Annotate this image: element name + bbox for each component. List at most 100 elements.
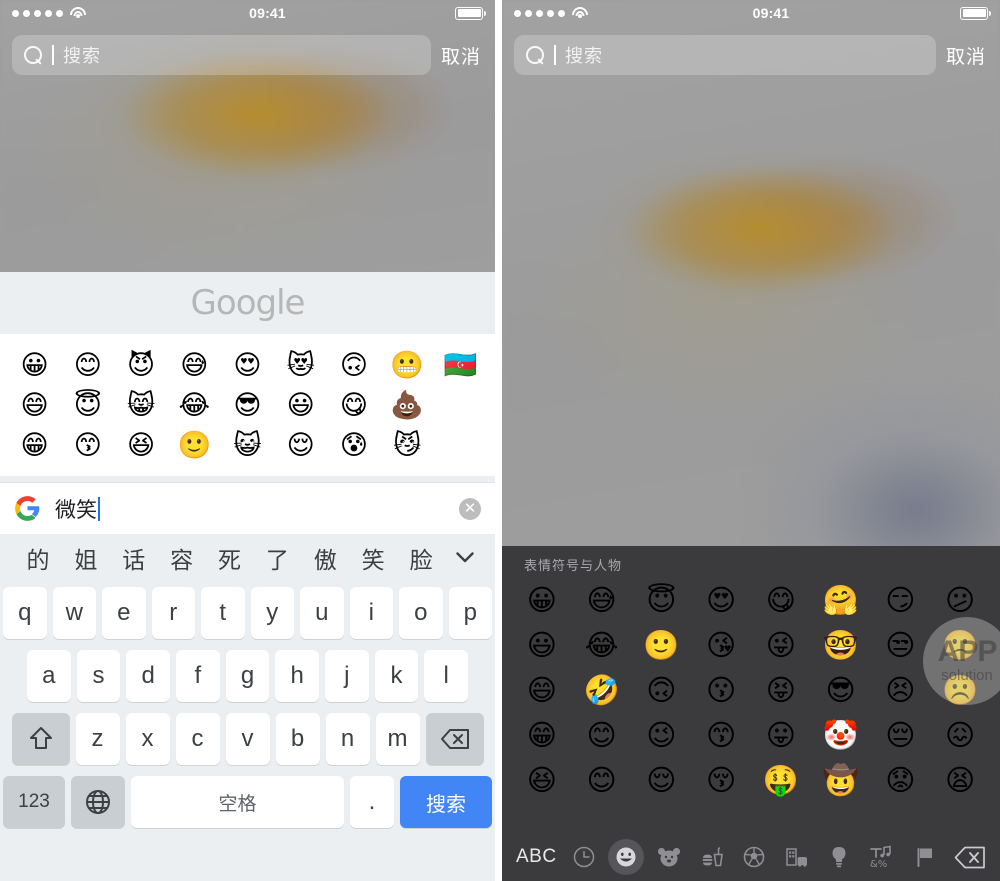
key-n[interactable]: n bbox=[325, 713, 370, 765]
key-e[interactable]: e bbox=[102, 587, 146, 639]
travel-places-icon[interactable] bbox=[782, 842, 812, 872]
key-d[interactable]: d bbox=[126, 650, 170, 702]
backspace-icon[interactable] bbox=[425, 713, 484, 765]
emoji-cell[interactable]: 😁 bbox=[512, 713, 572, 758]
emoji-cell[interactable]: 😉 bbox=[632, 713, 692, 758]
emoji-cell[interactable]: 😌 bbox=[274, 426, 327, 466]
emoji-cell[interactable]: 😆 bbox=[512, 758, 572, 803]
period-key[interactable]: . bbox=[350, 776, 394, 828]
emoji-cell[interactable]: 😀 bbox=[8, 346, 61, 386]
emoji-cell[interactable]: 😚 bbox=[691, 758, 751, 803]
emoji-cell[interactable]: 😋 bbox=[751, 578, 811, 623]
emoji-cell[interactable]: 🤡 bbox=[811, 713, 871, 758]
emoji-cell[interactable]: 😍 bbox=[221, 346, 274, 386]
emoji-cell[interactable]: 😄 bbox=[8, 386, 61, 426]
key-q[interactable]: q bbox=[3, 587, 47, 639]
smileys-people-icon[interactable] bbox=[608, 839, 645, 875]
key-u[interactable]: u bbox=[300, 587, 344, 639]
activity-sports-icon[interactable] bbox=[739, 842, 769, 872]
emoji-cell[interactable]: 😜 bbox=[751, 623, 811, 668]
emoji-cell[interactable]: 🙁 bbox=[930, 623, 990, 668]
emoji-cell[interactable]: 😃 bbox=[512, 623, 572, 668]
cancel-button[interactable]: 取消 bbox=[946, 42, 988, 69]
candidate-item[interactable]: 话 bbox=[110, 541, 158, 575]
emoji-cell[interactable]: 😔 bbox=[871, 713, 931, 758]
emoji-cell[interactable]: 😇 bbox=[632, 578, 692, 623]
emoji-cell[interactable]: 🙂 bbox=[168, 426, 221, 466]
emoji-cell[interactable]: ☹️ bbox=[930, 668, 990, 713]
emoji-cell[interactable]: 🤗 bbox=[811, 578, 871, 623]
emoji-cell[interactable]: 😂 bbox=[168, 386, 221, 426]
key-a[interactable]: a bbox=[26, 650, 71, 702]
key-m[interactable]: m bbox=[375, 713, 420, 765]
emoji-cell[interactable]: 😅 bbox=[572, 578, 632, 623]
key-p[interactable]: p bbox=[448, 587, 492, 639]
key-s[interactable]: s bbox=[76, 650, 121, 702]
emoji-cell[interactable]: 🤓 bbox=[811, 623, 871, 668]
candidate-item[interactable]: 的 bbox=[14, 541, 62, 575]
emoji-cell[interactable]: 😘 bbox=[691, 623, 751, 668]
backspace-icon[interactable] bbox=[946, 846, 986, 869]
globe-icon[interactable] bbox=[71, 776, 125, 828]
chevron-down-icon[interactable] bbox=[445, 548, 485, 568]
emoji-cell[interactable]: 😊 bbox=[61, 346, 114, 386]
recents-clock-icon[interactable] bbox=[569, 842, 599, 872]
emoji-cell[interactable]: 😻 bbox=[274, 346, 327, 386]
emoji-cell[interactable]: 😬 bbox=[381, 346, 434, 386]
cancel-button[interactable]: 取消 bbox=[441, 42, 483, 69]
key-v[interactable]: v bbox=[225, 713, 270, 765]
emoji-cell[interactable]: 😒 bbox=[871, 623, 931, 668]
search-go-key[interactable]: 搜索 bbox=[400, 776, 492, 828]
emoji-cell[interactable]: 😸 bbox=[114, 386, 167, 426]
candidate-item[interactable]: 笑 bbox=[349, 541, 397, 575]
emoji-cell[interactable]: 😍 bbox=[691, 578, 751, 623]
key-f[interactable]: f bbox=[176, 650, 220, 702]
emoji-cell[interactable]: 😙 bbox=[691, 713, 751, 758]
emoji-cell[interactable]: 😰 bbox=[327, 426, 380, 466]
emoji-cell[interactable]: 😖 bbox=[930, 713, 990, 758]
key-g[interactable]: g bbox=[225, 650, 270, 702]
emoji-cell[interactable]: 😊 bbox=[572, 758, 632, 803]
key-x[interactable]: x bbox=[125, 713, 170, 765]
clear-circle-icon[interactable]: ✕ bbox=[459, 497, 481, 520]
candidate-item[interactable]: 姐 bbox=[62, 541, 110, 575]
key-t[interactable]: t bbox=[201, 587, 245, 639]
search-input[interactable]: 搜索 bbox=[514, 35, 936, 75]
emoji-cell[interactable]: 😺 bbox=[221, 426, 274, 466]
search-input[interactable]: 搜索 bbox=[12, 35, 431, 75]
emoji-cell[interactable]: 🤠 bbox=[811, 758, 871, 803]
symbols-icon[interactable]: &% bbox=[867, 842, 897, 872]
space-key[interactable]: 空格 bbox=[131, 776, 344, 828]
key-i[interactable]: i bbox=[349, 587, 393, 639]
key-l[interactable]: l bbox=[424, 650, 469, 702]
emoji-cell[interactable]: 😆 bbox=[114, 426, 167, 466]
emoji-cell[interactable]: 🙃 bbox=[632, 668, 692, 713]
emoji-cell[interactable]: 😌 bbox=[632, 758, 692, 803]
abc-button[interactable]: ABC bbox=[516, 846, 563, 868]
gboard-query-field[interactable]: 微笑 ✕ bbox=[0, 482, 495, 534]
key-w[interactable]: w bbox=[52, 587, 96, 639]
flags-icon[interactable] bbox=[910, 842, 940, 872]
emoji-cell[interactable]: 😕 bbox=[930, 578, 990, 623]
emoji-cell[interactable]: 😼 bbox=[381, 426, 434, 466]
candidate-item[interactable]: 了 bbox=[253, 541, 301, 575]
emoji-cell[interactable]: 😗 bbox=[691, 668, 751, 713]
candidate-item[interactable]: 容 bbox=[158, 541, 206, 575]
candidate-item[interactable]: 死 bbox=[206, 541, 254, 575]
emoji-cell[interactable]: 😄 bbox=[512, 668, 572, 713]
emoji-cell[interactable]: 😃 bbox=[274, 386, 327, 426]
shift-arrow-icon[interactable] bbox=[11, 713, 70, 765]
objects-bulb-icon[interactable] bbox=[824, 842, 854, 872]
emoji-cell[interactable]: 🤣 bbox=[572, 668, 632, 713]
emoji-cell[interactable]: 💩 bbox=[381, 386, 434, 426]
emoji-cell[interactable]: 😀 bbox=[512, 578, 572, 623]
emoji-cell[interactable]: 😂 bbox=[572, 623, 632, 668]
emoji-cell[interactable]: 😎 bbox=[811, 668, 871, 713]
emoji-cell[interactable]: 🇦🇿 bbox=[434, 346, 487, 386]
food-drink-icon[interactable] bbox=[697, 842, 727, 872]
key-b[interactable]: b bbox=[275, 713, 320, 765]
candidate-item[interactable]: 傲 bbox=[301, 541, 349, 575]
key-c[interactable]: c bbox=[175, 713, 220, 765]
emoji-cell[interactable]: 🙂 bbox=[632, 623, 692, 668]
emoji-cell[interactable]: 😟 bbox=[871, 758, 931, 803]
